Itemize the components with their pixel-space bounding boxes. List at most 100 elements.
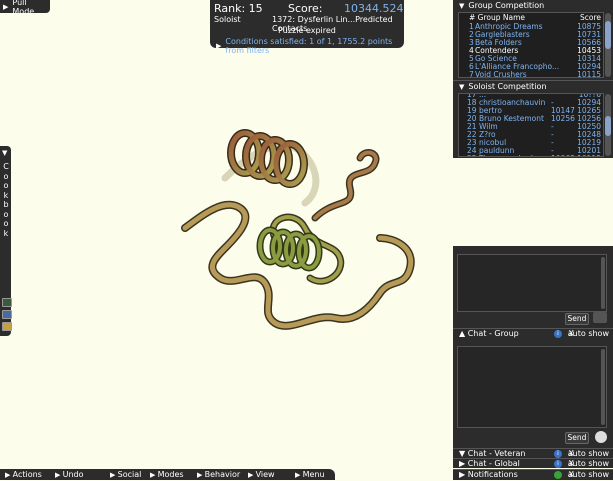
rank-text: Rank: 15 (214, 2, 263, 15)
chat-veteran-strip[interactable]: ▼ Chat - Veteran i X auto show (453, 448, 613, 458)
cookbook-letter: b (3, 200, 9, 209)
soloist-list: 17... 10??6 18 christioanchauvin -10294 19 ber… (458, 93, 604, 157)
col-score: Score (579, 13, 601, 22)
triangle-right-icon: ▶ (459, 470, 468, 479)
chat-panel-lower: Send (453, 338, 613, 448)
group-list-header: # Group Name Score (459, 13, 603, 22)
soloist-row[interactable]: 25Timo van der Laan1006310115 (459, 154, 603, 156)
triangle-down-icon: ▼ (2, 149, 8, 157)
triangle-right-icon: ▶ (216, 42, 222, 50)
cookbook-letter: k (3, 228, 9, 238)
triangle-right-icon: ▶ (248, 471, 256, 479)
triangle-down-icon: ▼ (459, 449, 468, 458)
score-info-panel: Rank: 15 Score: 10344.524 Soloist 1372: … (210, 0, 404, 55)
soloist-score: 10115 (577, 154, 601, 156)
menu-undo[interactable]: ▶ Undo (55, 469, 84, 481)
bottom-menu-bar: ▶ Actions ▶ Undo ▶ Social ▶ Modes ▶ Behavior… (0, 469, 335, 480)
cookbook-letter: C (3, 162, 9, 171)
group-competition-title: Group Competition (468, 1, 545, 10)
menu-menu[interactable]: ▶ Menu (295, 469, 325, 481)
clock-icon[interactable] (595, 431, 607, 443)
clock-icon[interactable] (593, 312, 607, 323)
col-group-name: # Group Name (469, 13, 526, 22)
group-score: 10115 (577, 70, 601, 78)
soloist-rank: 25 (467, 154, 477, 156)
notes-icon[interactable] (2, 322, 12, 331)
conditions-toggle[interactable]: ▶ Conditions satisfied: 1 of 1, 1755.2 p… (216, 37, 404, 55)
triangle-right-icon: ▶ (197, 471, 205, 479)
cookbook-letter: o (3, 209, 9, 219)
group-scrollbar[interactable] (605, 13, 611, 77)
soloist-scroll-thumb[interactable] (605, 116, 611, 136)
triangle-right-icon: ▶ (55, 471, 63, 479)
cookbook-letter: o (3, 181, 9, 190)
menu-social[interactable]: ▶ Social (110, 469, 141, 481)
soloist-competition-panel: ▼ Soloist Competition 17... 10??6 18 christ… (453, 80, 613, 158)
auto-show-label[interactable]: auto show (568, 470, 609, 480)
chat-panel-upper: Send (453, 246, 613, 329)
menu-label: View (255, 470, 275, 479)
chat-global-strip[interactable]: ▶ Chat - Global i X auto show (453, 458, 613, 468)
chat-scrollbar-upper[interactable] (601, 257, 605, 309)
group-scroll-thumb[interactable] (605, 21, 611, 49)
menu-view[interactable]: ▶ View (248, 469, 275, 481)
menu-label: Social (117, 470, 142, 479)
group-name: Void Crushers (475, 70, 527, 78)
notification-status-icon[interactable] (554, 471, 562, 479)
group-rank: 7 (469, 70, 474, 78)
soloist-name: Timo van der Laan (479, 154, 549, 156)
notifications-strip[interactable]: ▶ Notifications X auto show (453, 469, 613, 480)
triangle-up-icon: ▲ (459, 329, 468, 338)
info-icon[interactable]: i (554, 450, 562, 458)
triangle-right-icon: ▶ (295, 471, 303, 479)
pull-mode-label: Pull Mode (12, 0, 35, 16)
chat-messages-upper[interactable] (457, 254, 607, 312)
auto-show-label[interactable]: auto show (568, 459, 609, 469)
send-button-upper[interactable]: Send (565, 313, 589, 325)
score-value: 10344.524 (344, 2, 404, 15)
triangle-right-icon: ▶ (3, 2, 9, 11)
group-list: # Group Name Score 1 Anthropic Dreams 1087… (458, 12, 604, 78)
info-icon[interactable]: i (554, 330, 562, 338)
triangle-right-icon: ▶ (150, 471, 158, 479)
mode-text: Soloist (214, 15, 241, 24)
cookbook-letter: o (3, 219, 9, 228)
menu-label: Modes (157, 470, 184, 479)
cookbook-tab[interactable]: ▼ Cookbook (0, 146, 12, 336)
info-icon[interactable]: i (554, 460, 562, 468)
triangle-down-icon: ▼ (459, 1, 465, 10)
cookbook-label: Cookbook (2, 162, 10, 238)
chat-global-tab[interactable]: ▶ Chat - Global (459, 459, 520, 469)
soloist-mid-score: 10063 (551, 154, 575, 156)
group-competition-header[interactable]: ▼ Group Competition (459, 0, 544, 11)
group-row[interactable]: 7 Void Crushers 10115 (459, 70, 603, 78)
chat-messages-lower[interactable] (457, 346, 607, 428)
menu-modes[interactable]: ▶ Modes (150, 469, 184, 481)
recipe-icon[interactable] (2, 298, 12, 307)
puzzle-status: Puzzle expired (278, 26, 336, 35)
menu-actions[interactable]: ▶ Actions (5, 469, 42, 481)
triangle-right-icon: ▶ (110, 471, 118, 479)
soloist-scrollbar[interactable] (605, 94, 611, 156)
script-icon[interactable] (2, 310, 12, 319)
chat-group-strip[interactable]: ▲ Chat - Group i X auto show (453, 328, 613, 338)
send-button-lower[interactable]: Send (565, 432, 589, 444)
pull-mode-button[interactable]: ▶ Pull Mode (0, 0, 50, 16)
notifications-tab[interactable]: ▶ Notifications (459, 470, 518, 480)
chat-scrollbar-lower[interactable] (601, 349, 605, 425)
menu-behavior[interactable]: ▶ Behavior (197, 469, 240, 481)
triangle-down-icon: ▼ (459, 82, 465, 91)
triangle-right-icon: ▶ (5, 471, 13, 479)
soloist-competition-title: Soloist Competition (468, 82, 547, 91)
menu-label: Behavior (204, 470, 241, 479)
conditions-text: Conditions satisfied: 1 of 1, 1755.2 poi… (225, 37, 393, 55)
cookbook-letter: k (3, 190, 9, 200)
group-competition-panel: ▼ Group Competition # Group Name Score 1… (453, 0, 613, 80)
score-label: Score: (288, 2, 323, 15)
triangle-right-icon: ▶ (459, 459, 468, 468)
menu-label: Menu (302, 470, 325, 479)
soloist-competition-header[interactable]: ▼ Soloist Competition (459, 81, 547, 92)
menu-label: Undo (62, 470, 84, 479)
protein-structure[interactable] (165, 118, 425, 343)
menu-label: Actions (12, 470, 42, 479)
